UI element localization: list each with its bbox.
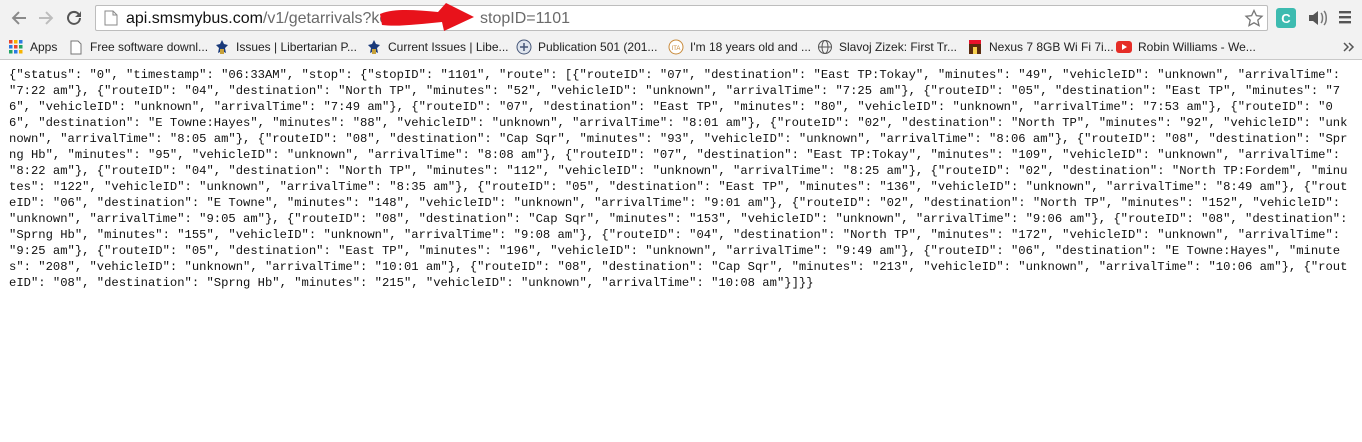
bookmark-label: Publication 501 (201...	[538, 40, 658, 54]
bookmark-label: Nexus 7 8GB Wi Fi 7i...	[989, 40, 1114, 54]
store-icon	[967, 39, 983, 55]
extension-c-icon[interactable]: C	[1276, 8, 1296, 28]
ita-icon: ITA	[668, 39, 684, 55]
bookmark-slavoj-zizek[interactable]: Slavoj Zizek: First Tr...	[817, 38, 957, 56]
bookmark-nexus-7[interactable]: Nexus 7 8GB Wi Fi 7i...	[967, 38, 1114, 56]
extension-speaker-icon[interactable]	[1307, 8, 1329, 28]
redaction-arrow-icon	[380, 3, 474, 31]
json-response-body: {"status": "0", "timestamp": "06:33AM", …	[9, 68, 1355, 290]
page-icon	[68, 39, 84, 55]
bookmark-publication-501[interactable]: Publication 501 (201...	[516, 38, 657, 56]
apps-grid-icon	[8, 39, 24, 55]
browser-toolbar: api.smsmybus.com/v1/getarrivals?ke stopID…	[0, 0, 1362, 35]
back-arrow-icon	[11, 11, 26, 25]
menu-icon[interactable]	[1337, 9, 1353, 25]
irs-icon	[516, 39, 532, 55]
bookmark-apps[interactable]: Apps	[8, 38, 57, 56]
youtube-icon	[1116, 39, 1132, 55]
bookmark-label: I'm 18 years old and ...	[690, 40, 812, 54]
url-path: /v1/getarrivals?ke	[262, 10, 389, 27]
bookmarks-overflow-icon[interactable]	[1342, 40, 1356, 54]
bookmark-libertarian-issues[interactable]: Issues | Libertarian P...	[214, 38, 357, 56]
bookmark-free-software[interactable]: Free software downl...	[68, 38, 208, 56]
bookmark-18-years-old[interactable]: ITA I'm 18 years old and ...	[668, 38, 811, 56]
reload-button[interactable]	[63, 7, 85, 29]
reload-icon	[67, 10, 81, 25]
bookmark-star-icon[interactable]	[1244, 9, 1264, 28]
bookmark-label: Slavoj Zizek: First Tr...	[839, 40, 958, 54]
page-icon	[104, 10, 118, 26]
libertarian-logo-icon	[214, 39, 230, 55]
url-text: api.smsmybus.com/v1/getarrivals?ke stopID…	[126, 9, 570, 28]
bookmark-current-issues[interactable]: Current Issues | Libe...	[366, 38, 509, 56]
svg-text:ITA: ITA	[672, 46, 681, 52]
bookmark-label: Apps	[30, 40, 58, 54]
back-button[interactable]	[8, 7, 30, 29]
forward-button[interactable]	[35, 7, 57, 29]
bookmark-label: Issues | Libertarian P...	[236, 40, 357, 54]
url-host: api.smsmybus.com	[126, 10, 263, 27]
libertarian-logo-icon	[366, 39, 382, 55]
bookmark-label: Current Issues | Libe...	[388, 40, 509, 54]
bookmark-label: Robin Williams - We...	[1138, 40, 1256, 54]
address-bar[interactable]: api.smsmybus.com/v1/getarrivals?ke stopID…	[95, 3, 1268, 31]
globe-icon	[817, 39, 833, 55]
bookmarks-bar: Apps Free software downl... Issues | Lib…	[0, 35, 1362, 60]
bookmark-robin-williams[interactable]: Robin Williams - We...	[1116, 38, 1256, 56]
bookmark-label: Free software downl...	[90, 40, 209, 54]
url-tail: stopID=1101	[480, 10, 570, 27]
forward-arrow-icon	[39, 11, 54, 25]
